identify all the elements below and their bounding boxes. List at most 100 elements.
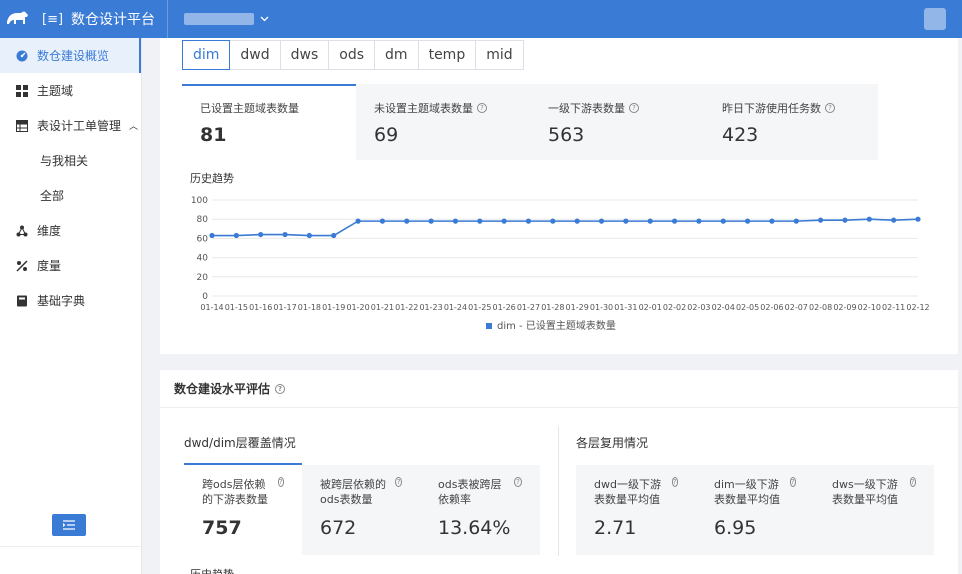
sidebar-item-label: 全部 <box>40 189 65 203</box>
card-ods-depended[interactable]: 被跨层依赖的ods表数量? 672 <box>302 465 420 555</box>
logo-icon[interactable] <box>0 0 36 38</box>
card-ods-rate[interactable]: ods表被跨层依赖率? 13.64% <box>420 465 540 555</box>
x-tick-label: 01-23 <box>419 303 442 312</box>
x-tick-label: 01-20 <box>346 303 369 312</box>
project-select[interactable] <box>184 13 269 25</box>
sidebar-item-mine[interactable]: 与我相关 <box>0 143 141 178</box>
x-tick-label: 02-04 <box>712 303 735 312</box>
data-point <box>452 218 459 224</box>
grid-icon <box>16 84 28 97</box>
help-icon[interactable]: ? <box>789 477 796 487</box>
tab-dm[interactable]: dm <box>375 40 419 70</box>
sidebar-item-dimension[interactable]: 维度 <box>0 213 141 248</box>
tab-dwd[interactable]: dwd <box>230 40 281 70</box>
help-icon[interactable]: ? <box>514 477 522 487</box>
sidebar-item-dictionary[interactable]: 基础字典 <box>0 283 141 318</box>
y-tick-label: 100 <box>191 196 208 206</box>
card-value: 757 <box>202 517 242 539</box>
card-label: dim一级下游表数量平均值 <box>714 478 780 506</box>
sidebar-item-subject-area[interactable]: 主题域 <box>0 73 141 108</box>
card-value: 6.95 <box>714 517 757 539</box>
stat-card-tasks[interactable]: 昨日下游使用任务数? 423 <box>704 84 878 160</box>
help-icon[interactable]: ? <box>909 477 916 487</box>
stat-label: 一级下游表数量 <box>548 102 625 115</box>
chevron-down-icon <box>260 16 269 22</box>
bottom-trend-title: 历史趋势 <box>190 566 234 574</box>
tab-mid[interactable]: mid <box>476 40 524 70</box>
reuse-cards: dwd一级下游表数量平均值? 2.71 dim一级下游表数量平均值? 6.95 … <box>576 465 934 555</box>
sidebar-divider <box>0 546 141 547</box>
help-icon[interactable]: ? <box>825 103 835 113</box>
y-tick-label: 60 <box>197 234 209 244</box>
evaluation-panel: 数仓建设水平评估 ? dwd/dim层覆盖情况 各层复用情况 跨ods层依赖的下… <box>160 370 958 574</box>
x-tick-label: 01-22 <box>395 303 418 312</box>
card-dim-avg[interactable]: dim一级下游表数量平均值? 6.95 <box>696 465 814 555</box>
card-dws-avg[interactable]: dws一级下游表数量平均值? <box>814 465 934 555</box>
data-point <box>331 232 337 239</box>
stats-row: 已设置主题域表数量 81 未设置主题域表数量? 69 一级下游表数量? 563 … <box>182 84 878 160</box>
x-tick-label: 01-28 <box>541 303 564 312</box>
x-tick-label: 02-06 <box>760 303 783 312</box>
y-tick-label: 20 <box>197 273 209 283</box>
top-bar: [≡] 数仓设计平台 <box>0 0 962 38</box>
collapse-sidebar-button[interactable] <box>52 514 86 536</box>
series-line <box>212 218 919 237</box>
stat-card-unset-subject[interactable]: 未设置主题域表数量? 69 <box>356 84 530 160</box>
card-label: 被跨层依赖的ods表数量 <box>320 478 386 506</box>
tab-temp[interactable]: temp <box>418 40 477 70</box>
menu-fold-icon <box>63 520 75 530</box>
stat-value: 563 <box>548 124 585 146</box>
card-cross-ods[interactable]: 跨ods层依赖的下游表数量? 757 <box>184 463 302 555</box>
stat-label: 未设置主题域表数量 <box>374 102 473 115</box>
sidebar-item-label: 基础字典 <box>37 294 86 308</box>
tab-dws[interactable]: dws <box>280 40 330 70</box>
data-point <box>647 218 653 224</box>
data-point <box>793 218 799 224</box>
x-tick-label: 01-29 <box>566 303 589 312</box>
x-tick-label: 02-01 <box>639 303 662 312</box>
x-tick-label: 01-17 <box>273 303 296 312</box>
data-point <box>744 218 751 224</box>
overview-panel: dim dwd dws ods dm temp mid 已设置主题域表数量 81… <box>160 38 958 354</box>
sidebar-item-table-design[interactable]: 表设计工单管理 ︿ <box>0 108 141 143</box>
card-dwd-avg[interactable]: dwd一级下游表数量平均值? 2.71 <box>576 465 696 555</box>
stat-card-set-subject[interactable]: 已设置主题域表数量 81 <box>182 84 356 160</box>
x-tick-label: 01-25 <box>468 303 491 312</box>
data-point <box>769 218 775 224</box>
stat-card-downstream[interactable]: 一级下游表数量? 563 <box>530 84 704 160</box>
card-value: 13.64% <box>438 517 511 539</box>
x-tick-label: 01-16 <box>249 303 272 312</box>
help-icon[interactable]: ? <box>395 477 402 487</box>
help-icon[interactable]: ? <box>477 103 487 113</box>
reuse-title: 各层复用情况 <box>576 436 649 450</box>
help-icon[interactable]: ? <box>671 477 678 487</box>
y-tick-label: 80 <box>197 215 209 225</box>
x-tick-label: 01-15 <box>225 303 248 312</box>
sidebar-item-overview[interactable]: 数仓建设概览 <box>0 38 141 73</box>
sidebar-item-measure[interactable]: 度量 <box>0 248 141 283</box>
data-point <box>866 216 872 222</box>
sidebar-item-all[interactable]: 全部 <box>0 178 141 213</box>
help-icon[interactable]: ? <box>275 383 286 394</box>
x-tick-label: 01-31 <box>614 303 637 312</box>
dashboard-icon <box>16 50 28 62</box>
sidebar-item-label: 表设计工单管理 <box>37 119 122 133</box>
help-icon[interactable]: ? <box>629 103 639 113</box>
x-tick-label: 02-05 <box>736 303 759 312</box>
trend-title: 历史趋势 <box>190 172 234 185</box>
card-value: 2.71 <box>594 517 637 539</box>
tab-dim[interactable]: dim <box>182 40 231 70</box>
dimension-icon <box>16 225 28 237</box>
avatar[interactable] <box>924 8 946 30</box>
sidebar-item-label: 与我相关 <box>40 154 89 168</box>
x-tick-label: 01-30 <box>590 303 613 312</box>
help-icon[interactable]: ? <box>277 477 284 487</box>
stat-label: 昨日下游使用任务数 <box>722 102 821 115</box>
data-point <box>915 216 921 222</box>
section-divider <box>558 426 559 556</box>
tab-ods[interactable]: ods <box>329 40 376 70</box>
data-point <box>282 231 288 238</box>
data-point <box>550 218 556 224</box>
app-title[interactable]: [≡] 数仓设计平台 <box>36 0 169 38</box>
data-point <box>233 232 239 239</box>
